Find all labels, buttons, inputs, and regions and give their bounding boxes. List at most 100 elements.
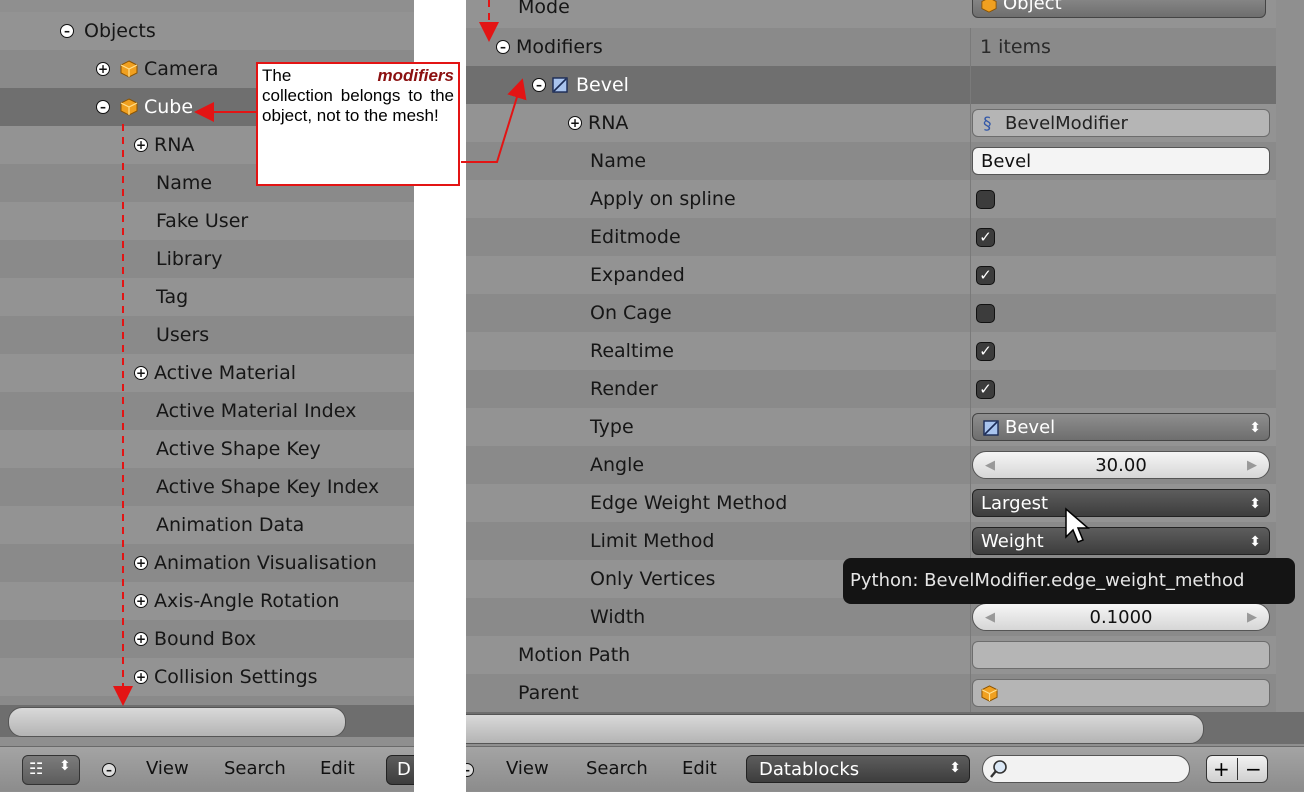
name-input[interactable]: Bevel [972, 147, 1270, 175]
prop-label: Apply on spline [590, 188, 736, 210]
bevel-modifier-icon [983, 420, 999, 436]
prop-label: Realtime [590, 340, 674, 362]
horizontal-scrollbar-thumb[interactable] [8, 707, 346, 737]
outliner-icon: ☷ [29, 759, 44, 778]
collapse-menus-icon[interactable]: – [466, 763, 474, 777]
prop-row-rna[interactable]: + RNA § BevelModifier [466, 104, 1276, 142]
expand-icon[interactable]: + [134, 366, 148, 380]
prop-row-expanded[interactable]: Expanded ✓ [466, 256, 1276, 294]
view-menu[interactable]: View [506, 747, 549, 791]
search-menu[interactable]: Search [224, 747, 286, 791]
tree-row[interactable]: + Animation Visualisation [0, 544, 414, 582]
decrement-arrow-icon[interactable]: ◀ [985, 452, 995, 480]
collapse-icon[interactable]: – [496, 40, 510, 54]
collapse-menus-icon[interactable]: – [102, 763, 116, 777]
parent-field[interactable] [972, 679, 1270, 707]
type-dropdown[interactable]: Bevel ⬍ [972, 413, 1270, 441]
prop-row-apply-on-spline[interactable]: Apply on spline [466, 180, 1276, 218]
tree-row[interactable]: Fake User [0, 202, 414, 240]
tree-row[interactable]: Tag [0, 278, 414, 316]
rna-type-field[interactable]: § BevelModifier [972, 109, 1270, 137]
prop-row-name[interactable]: Name Bevel [466, 142, 1276, 180]
zoom-out-icon[interactable]: − [1245, 756, 1262, 782]
prop-row-type[interactable]: Type Bevel ⬍ [466, 408, 1276, 446]
edit-menu[interactable]: Edit [682, 747, 717, 791]
prop-row-on-cage[interactable]: On Cage [466, 294, 1276, 332]
increment-arrow-icon[interactable]: ▶ [1247, 452, 1257, 480]
prop-label: Library [156, 248, 223, 270]
expand-icon[interactable]: + [134, 670, 148, 684]
tree-row-bevel[interactable]: – Bevel [466, 66, 1276, 104]
editmode-checkbox[interactable]: ✓ [976, 228, 995, 247]
tree-row-motion-path[interactable]: Motion Path [466, 636, 1276, 674]
tree-row-mode[interactable]: Mode Object [466, 0, 1276, 28]
realtime-checkbox[interactable]: ✓ [976, 342, 995, 361]
display-mode-dropdown[interactable]: D [386, 755, 414, 785]
tree-row[interactable]: Active Shape Key [0, 430, 414, 468]
expanded-checkbox[interactable]: ✓ [976, 266, 995, 285]
decrement-arrow-icon[interactable]: ◀ [985, 604, 995, 632]
display-mode-dropdown[interactable]: Datablocks ⬍ [746, 755, 970, 783]
edit-menu[interactable]: Edit [320, 747, 355, 791]
display-mode-label: D [397, 759, 411, 780]
prop-label: Angle [590, 454, 645, 476]
object-cube-icon [981, 685, 998, 702]
tree-row[interactable]: + Axis-Angle Rotation [0, 582, 414, 620]
tree-row-modifiers[interactable]: – Modifiers 1 items [466, 28, 1276, 66]
prop-label: Bound Box [154, 628, 257, 650]
limit-method-dropdown[interactable]: Weight ⬍ [972, 527, 1270, 555]
limit-method-value: Weight [981, 531, 1044, 552]
editor-type-button[interactable]: ☷ ⬍ [22, 755, 80, 785]
collapse-icon[interactable]: – [532, 78, 546, 92]
tree-row[interactable]: Users [0, 316, 414, 354]
on-cage-checkbox[interactable] [976, 304, 995, 323]
prop-label: Name [156, 172, 213, 194]
collapse-icon[interactable]: – [96, 100, 110, 114]
view-menu[interactable]: View [146, 747, 189, 791]
horizontal-scrollbar-track[interactable] [0, 705, 414, 737]
prop-row-angle[interactable]: Angle ◀ 30.00 ▶ [466, 446, 1276, 484]
render-checkbox[interactable]: ✓ [976, 380, 995, 399]
prop-row-limit-method[interactable]: Limit Method Weight ⬍ [466, 522, 1276, 560]
prop-row-editmode[interactable]: Editmode ✓ [466, 218, 1276, 256]
tree-row[interactable]: Library [0, 240, 414, 278]
expand-icon[interactable]: + [96, 62, 110, 76]
search-input[interactable] [982, 755, 1190, 783]
zoom-in-icon[interactable]: + [1213, 756, 1230, 782]
increment-arrow-icon[interactable]: ▶ [1247, 604, 1257, 632]
edge-weight-method-dropdown[interactable]: Largest ⬍ [972, 489, 1270, 517]
parent-label: Parent [518, 682, 579, 704]
width-number-field[interactable]: ◀ 0.1000 ▶ [972, 603, 1270, 631]
expand-icon[interactable]: + [134, 594, 148, 608]
collapse-icon[interactable]: – [60, 24, 74, 38]
callout-post: collection belongs to the object, not to… [262, 86, 454, 125]
expand-icon[interactable]: + [134, 138, 148, 152]
prop-label: Active Shape Key [156, 438, 321, 460]
mode-dropdown[interactable]: Object [972, 0, 1266, 18]
expand-icon[interactable]: + [134, 556, 148, 570]
tree-row[interactable]: + Bound Box [0, 620, 414, 658]
tree-row[interactable]: Active Material Index [0, 392, 414, 430]
expand-icon[interactable]: + [568, 116, 582, 130]
tree-row-parent[interactable]: Parent [466, 674, 1276, 712]
tree-row[interactable]: Active Shape Key Index [0, 468, 414, 506]
prop-row-render[interactable]: Render ✓ [466, 370, 1276, 408]
column-divider [970, 28, 971, 712]
expand-icon[interactable]: + [134, 632, 148, 646]
prop-label: Axis-Angle Rotation [154, 590, 340, 612]
prop-row-realtime[interactable]: Realtime ✓ [466, 332, 1276, 370]
horizontal-scrollbar-track[interactable] [466, 712, 1304, 744]
tree-row-objects[interactable]: – Objects [0, 12, 414, 50]
tree-row[interactable]: + Collision Settings [0, 658, 414, 696]
search-menu[interactable]: Search [586, 747, 648, 791]
motion-path-field[interactable] [972, 641, 1270, 669]
horizontal-scrollbar-thumb[interactable] [466, 714, 1204, 744]
object-cube-icon [120, 98, 138, 116]
prop-label: RNA [588, 112, 629, 134]
angle-number-field[interactable]: ◀ 30.00 ▶ [972, 451, 1270, 479]
tree-row[interactable]: + Active Material [0, 354, 414, 392]
prop-row-edge-weight-method[interactable]: Edge Weight Method Largest ⬍ [466, 484, 1276, 522]
apply-on-spline-checkbox[interactable] [976, 190, 995, 209]
rna-value: BevelModifier [1005, 113, 1128, 134]
tree-row[interactable]: Animation Data [0, 506, 414, 544]
